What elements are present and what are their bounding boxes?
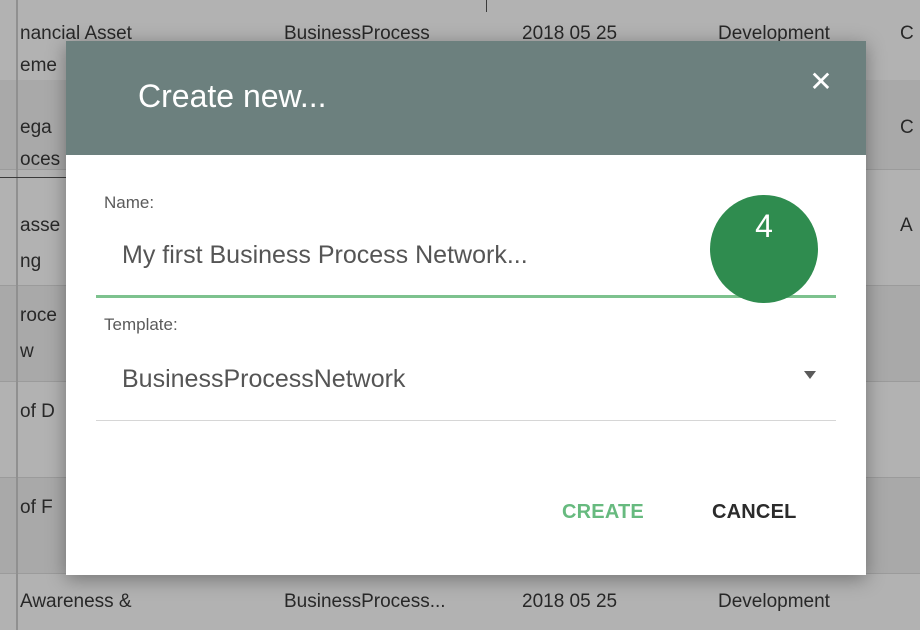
dropdown-arrow-icon[interactable] [804,371,816,379]
template-select[interactable]: BusinessProcessNetwork [122,365,405,394]
close-icon[interactable]: ✕ [806,67,836,97]
create-new-dialog: Create new... ✕ Name: My first Business … [66,41,866,575]
create-button[interactable]: CREATE [562,501,644,524]
name-input[interactable]: My first Business Process Network... [122,241,528,270]
step-number: 4 [755,208,773,244]
dialog-header: Create new... ✕ [66,41,866,155]
dialog-title: Create new... [138,78,327,114]
template-label: Template: [104,315,178,334]
template-select-underline [96,420,836,421]
name-label: Name: [104,193,155,212]
cancel-button[interactable]: CANCEL [712,501,797,524]
name-input-underline [96,295,836,298]
step-badge: 4 [710,195,818,303]
